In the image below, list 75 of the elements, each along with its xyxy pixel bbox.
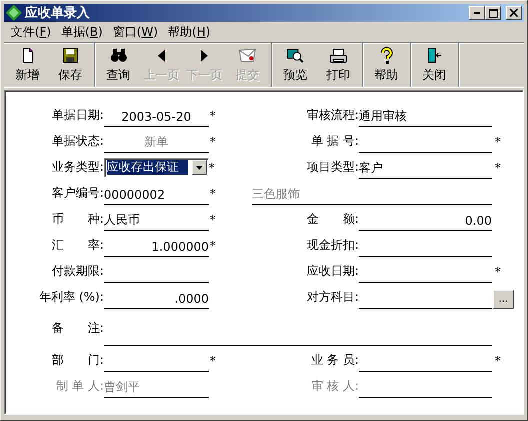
binoculars-icon [110, 49, 126, 62]
required-mark: * [209, 160, 215, 174]
document-icon [22, 48, 32, 63]
browse-button[interactable]: ... [493, 290, 514, 308]
required-mark: * [209, 354, 216, 368]
field-label: 单据状态: [52, 132, 104, 150]
envelope-icon [239, 49, 256, 62]
toolbar-button[interactable]: 帮助 [365, 43, 408, 87]
required-mark: * [209, 134, 216, 148]
window-title: 应收单录入 [25, 4, 91, 22]
input-field[interactable]: 新单 [104, 133, 209, 153]
field-label: 对方科目: [306, 288, 359, 306]
input-field[interactable]: 人民币 [104, 211, 209, 231]
field-label: 审 核 人: [311, 378, 359, 394]
right-arrow-icon [201, 50, 208, 62]
input-field[interactable]: .0000 [104, 289, 209, 309]
printer-icon [330, 48, 347, 62]
selected-value: 应收存出保证 [107, 160, 188, 175]
field-label: 审核流程: [306, 106, 359, 124]
toolbar-button[interactable]: 关闭 [413, 43, 456, 87]
maximize-icon [488, 8, 498, 18]
magnifier-icon [287, 48, 304, 62]
input-field[interactable]: 客户 [359, 159, 492, 179]
required-mark: * [494, 264, 501, 278]
business-type-dropdown[interactable]: 应收存出保证 [104, 158, 209, 178]
field-label: 部 门: [52, 352, 104, 368]
required-mark: * [209, 238, 216, 252]
toolbar-button[interactable]: 保存 [49, 43, 92, 87]
field-label: 单 据 号: [311, 132, 359, 150]
toolbar-button[interactable]: 新增 [6, 43, 49, 87]
field-label: 备 注: [52, 320, 104, 337]
input-field[interactable]: 0.00 [359, 211, 492, 231]
toolbar-button[interactable]: 打印 [317, 43, 360, 87]
left-arrow-icon [158, 50, 165, 62]
input-field[interactable]: 2003-05-20 [104, 107, 209, 127]
menu-item[interactable]: 文件(F) [8, 24, 58, 41]
input-field[interactable]: 曹剑平 [104, 378, 209, 398]
menu-item[interactable]: 帮助(H) [165, 24, 218, 41]
field-label: 现金折扣: [306, 236, 359, 254]
field-label: 业务类型: [52, 158, 104, 176]
field-label: 币 种: [52, 210, 104, 228]
input-field[interactable]: 00000002 [104, 185, 209, 205]
question-mark-icon [380, 47, 392, 64]
required-mark: * [494, 160, 501, 174]
save-icon [63, 48, 78, 63]
menu-item[interactable]: 单据(B) [58, 24, 110, 41]
field-label: 制 单 人: [56, 378, 104, 394]
field-label: 项目类型: [306, 158, 359, 176]
toolbar-button[interactable]: 预览 [274, 43, 317, 87]
customer-name-field: 三色服饰 [252, 185, 492, 205]
app-icon [6, 5, 22, 21]
input-field[interactable]: 通用审核 [359, 107, 492, 127]
close-icon [510, 9, 518, 17]
field-label: 客户编号: [52, 184, 104, 202]
input-field[interactable]: 1.000000 [104, 237, 209, 257]
toolbar-button[interactable]: 查询 [97, 43, 140, 87]
door-icon [428, 48, 442, 63]
minimize-button[interactable] [469, 6, 485, 20]
required-mark: * [494, 354, 501, 368]
required-mark: * [209, 186, 216, 200]
field-label: 应收日期: [306, 262, 359, 280]
field-label: 付款期限: [52, 262, 104, 280]
required-mark: * [209, 212, 216, 226]
menu-item[interactable]: 窗口(W) [110, 24, 166, 41]
close-button[interactable] [506, 6, 522, 20]
field-label: 业 务 员: [311, 352, 359, 368]
dropdown-caret-icon[interactable] [192, 160, 207, 175]
required-mark: * [209, 108, 216, 122]
minimize-icon [474, 12, 480, 14]
field-label: 金 额: [306, 210, 359, 228]
maximize-button[interactable] [485, 6, 501, 20]
required-mark: * [494, 134, 501, 148]
field-label: 单据日期: [52, 106, 104, 124]
field-label: 汇 率: [52, 236, 104, 254]
field-label: 年利率 (%): [39, 288, 104, 306]
